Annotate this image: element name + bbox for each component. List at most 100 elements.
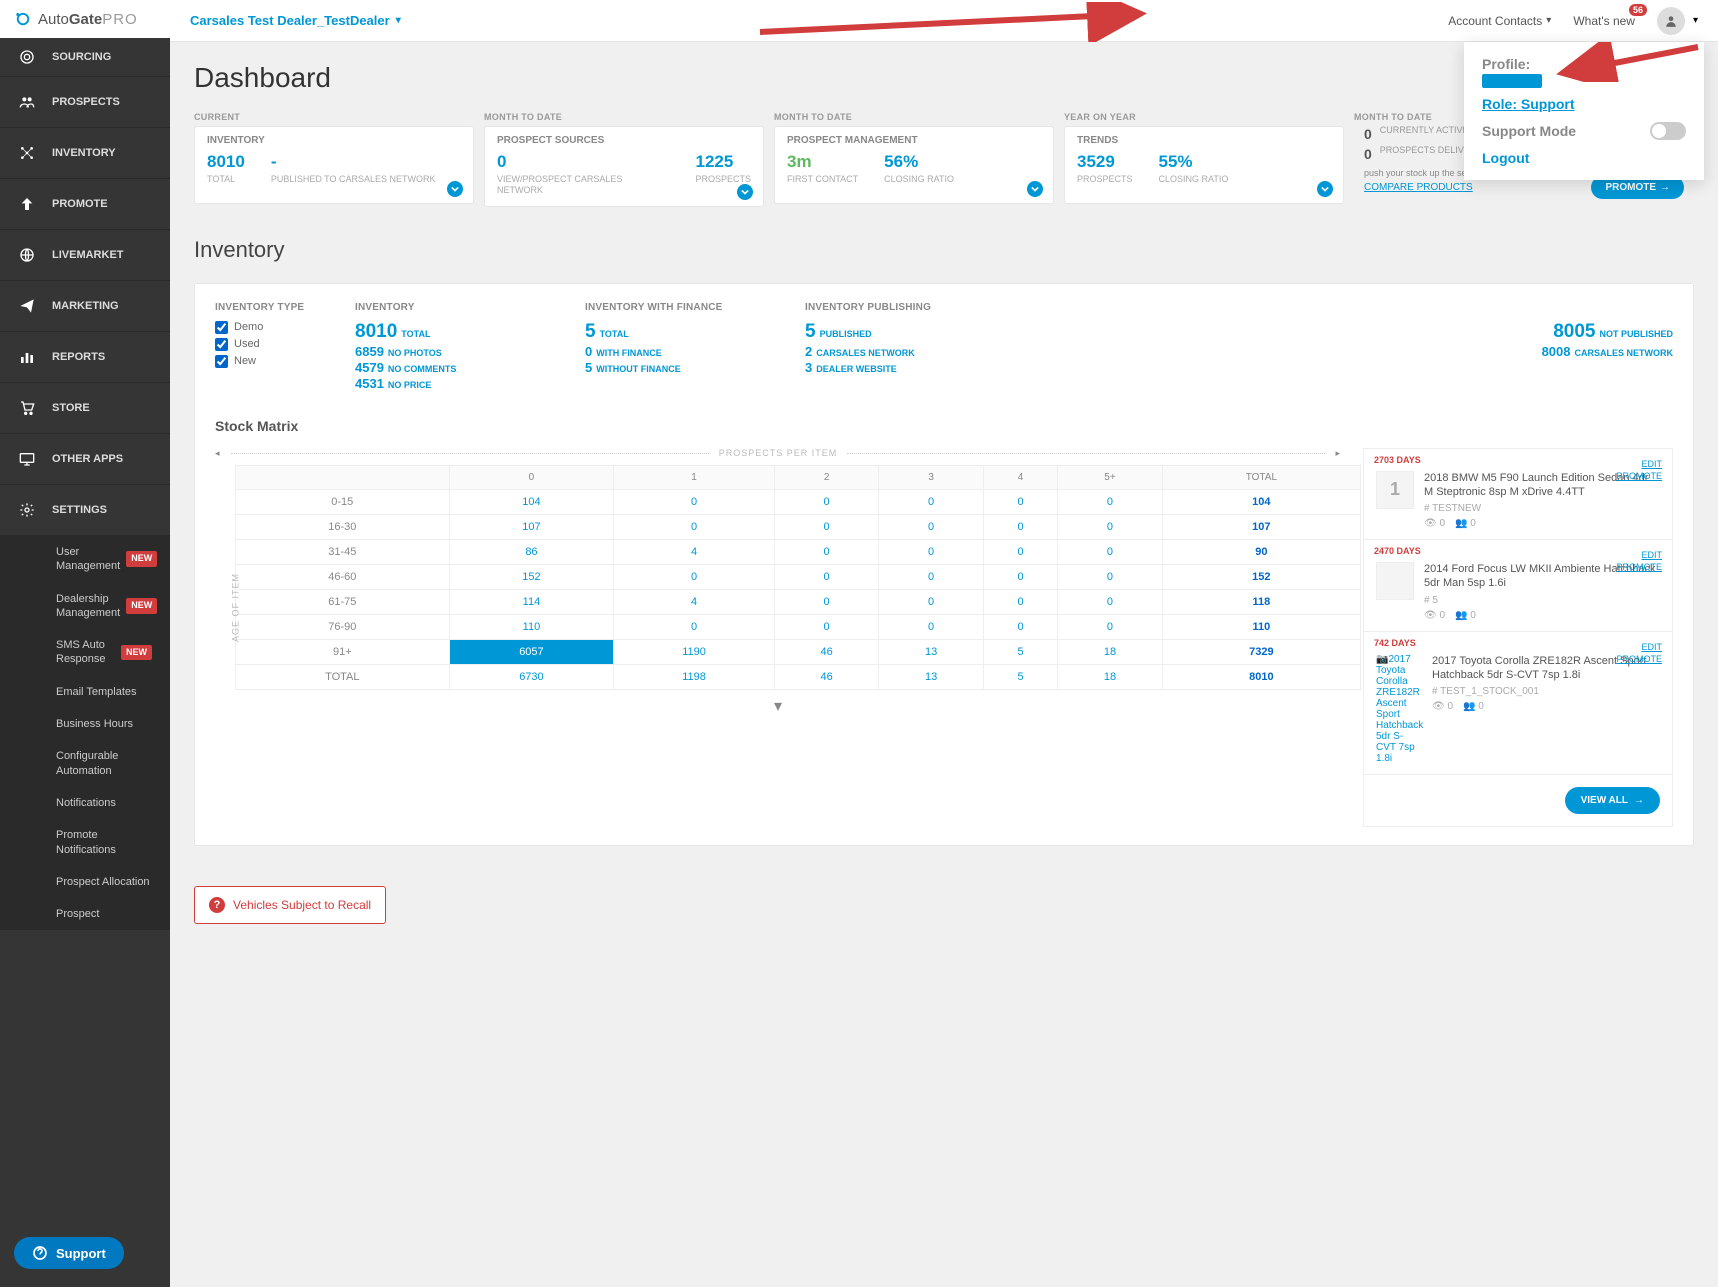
edit-link[interactable]: EDIT [1616, 642, 1662, 652]
matrix-cell[interactable]: 18 [1058, 639, 1163, 664]
matrix-cell[interactable]: 0 [879, 489, 984, 514]
sub-prospect-allocation[interactable]: Prospect Allocation [0, 866, 170, 898]
matrix-cell[interactable]: 0 [1058, 564, 1163, 589]
check-demo[interactable]: Demo [215, 321, 335, 334]
matrix-cell[interactable]: 110 [1162, 614, 1360, 639]
expand-icon[interactable] [1317, 181, 1333, 197]
matrix-cell[interactable]: 0 [1058, 514, 1163, 539]
matrix-cell[interactable]: 110 [449, 614, 614, 639]
matrix-cell[interactable]: 1198 [614, 664, 775, 689]
nav-store[interactable]: STORE [0, 383, 170, 434]
matrix-cell[interactable]: 0 [983, 614, 1057, 639]
recall-alert[interactable]: ? Vehicles Subject to Recall [194, 886, 386, 924]
matrix-cell[interactable]: 0 [1058, 489, 1163, 514]
profile-role-link[interactable]: Role: Support [1482, 96, 1686, 112]
matrix-cell[interactable]: 0 [879, 539, 984, 564]
matrix-cell[interactable]: 4 [614, 539, 775, 564]
matrix-cell[interactable]: 6057 [449, 639, 614, 664]
edit-link[interactable]: EDIT [1616, 550, 1662, 560]
sub-email-templates[interactable]: Email Templates [0, 676, 170, 708]
matrix-cell[interactable]: 0 [879, 614, 984, 639]
matrix-cell[interactable]: 0 [879, 564, 984, 589]
nav-marketing[interactable]: MARKETING [0, 281, 170, 332]
matrix-cell[interactable]: 6730 [449, 664, 614, 689]
support-button[interactable]: Support [14, 1237, 124, 1269]
matrix-cell[interactable]: 5 [983, 639, 1057, 664]
matrix-cell[interactable]: 13 [879, 664, 984, 689]
matrix-cell[interactable]: 104 [449, 489, 614, 514]
matrix-cell[interactable]: 0 [774, 539, 879, 564]
matrix-cell[interactable]: 1190 [614, 639, 775, 664]
matrix-cell[interactable]: 0 [983, 489, 1057, 514]
sub-dealership-management[interactable]: Dealership ManagementNEW [0, 583, 170, 630]
check-used[interactable]: Used [215, 338, 335, 351]
promote-link[interactable]: PROMOTE [1616, 562, 1662, 572]
matrix-cell[interactable]: 107 [449, 514, 614, 539]
matrix-cell[interactable]: 13 [879, 639, 984, 664]
sub-sms-auto-response[interactable]: SMS Auto ResponseNEW [0, 629, 170, 676]
matrix-cell[interactable]: 0 [983, 564, 1057, 589]
matrix-cell[interactable]: 104 [1162, 489, 1360, 514]
nav-sourcing[interactable]: SOURCING [0, 38, 170, 77]
matrix-cell[interactable]: 7329 [1162, 639, 1360, 664]
dealer-selector[interactable]: Carsales Test Dealer_TestDealer ▾ [190, 13, 401, 28]
matrix-cell[interactable]: 152 [449, 564, 614, 589]
view-all-button[interactable]: VIEW ALL → [1565, 787, 1660, 814]
logout-link[interactable]: Logout [1482, 150, 1686, 166]
matrix-cell[interactable]: 0 [614, 514, 775, 539]
nav-other-apps[interactable]: OTHER APPS [0, 434, 170, 485]
matrix-cell[interactable]: 0 [1058, 539, 1163, 564]
matrix-cell[interactable]: 5 [983, 664, 1057, 689]
matrix-cell[interactable]: 0 [983, 589, 1057, 614]
sub-notifications[interactable]: Notifications [0, 787, 170, 819]
matrix-cell[interactable]: 0 [983, 514, 1057, 539]
matrix-cell[interactable]: 0 [879, 589, 984, 614]
matrix-cell[interactable]: 114 [449, 589, 614, 614]
matrix-cell[interactable]: 0 [1058, 614, 1163, 639]
whats-new-link[interactable]: What's new56 [1573, 14, 1635, 28]
nav-inventory[interactable]: INVENTORY [0, 128, 170, 179]
pager-down-icon[interactable]: ▾ [774, 698, 782, 715]
sub-promote-notifications[interactable]: Promote Notifications [0, 819, 170, 866]
nav-settings[interactable]: SETTINGS [0, 485, 170, 536]
matrix-cell[interactable]: 0 [614, 564, 775, 589]
sub-business-hours[interactable]: Business Hours [0, 708, 170, 740]
nav-prospects[interactable]: PROSPECTS [0, 77, 170, 128]
matrix-cell[interactable]: 0 [774, 589, 879, 614]
matrix-cell[interactable]: 0 [774, 514, 879, 539]
edit-link[interactable]: EDIT [1616, 459, 1662, 469]
matrix-cell[interactable]: 0 [614, 614, 775, 639]
matrix-cell[interactable]: 46 [774, 639, 879, 664]
matrix-cell[interactable]: 0 [879, 514, 984, 539]
inventory-item[interactable]: 2470 DAYS 2014 Ford Focus LW MKII Ambien… [1364, 540, 1672, 632]
matrix-cell[interactable]: 18 [1058, 664, 1163, 689]
nav-promote[interactable]: PROMOTE [0, 179, 170, 230]
matrix-cell[interactable]: 118 [1162, 589, 1360, 614]
inventory-item[interactable]: 2703 DAYS 1 2018 BMW M5 F90 Launch Editi… [1364, 449, 1672, 541]
matrix-cell[interactable]: 0 [774, 614, 879, 639]
promote-link[interactable]: PROMOTE [1616, 471, 1662, 481]
nav-livemarket[interactable]: LIVEMARKET [0, 230, 170, 281]
account-contacts-link[interactable]: Account Contacts ▾ [1448, 14, 1551, 28]
pager-right-icon[interactable]: ▸ [1335, 448, 1341, 459]
matrix-cell[interactable]: 86 [449, 539, 614, 564]
inventory-item[interactable]: 742 DAYS 📷2017 Toyota Corolla ZRE182R As… [1364, 632, 1672, 775]
expand-icon[interactable] [447, 181, 463, 197]
profile-menu-toggle[interactable]: ▾ [1657, 7, 1698, 35]
support-mode-toggle[interactable] [1650, 122, 1686, 140]
matrix-cell[interactable]: 4 [614, 589, 775, 614]
matrix-cell[interactable]: 46 [774, 664, 879, 689]
matrix-cell[interactable]: 0 [614, 489, 775, 514]
sub-user-management[interactable]: User ManagementNEW [0, 536, 170, 583]
nav-reports[interactable]: REPORTS [0, 332, 170, 383]
matrix-cell[interactable]: 90 [1162, 539, 1360, 564]
matrix-cell[interactable]: 0 [983, 539, 1057, 564]
matrix-cell[interactable]: 0 [1058, 589, 1163, 614]
sub-configurable-automation[interactable]: Configurable Automation [0, 740, 170, 787]
expand-icon[interactable] [1027, 181, 1043, 197]
matrix-cell[interactable]: 107 [1162, 514, 1360, 539]
matrix-cell[interactable]: 152 [1162, 564, 1360, 589]
matrix-cell[interactable]: 8010 [1162, 664, 1360, 689]
promote-link[interactable]: PROMOTE [1616, 654, 1662, 664]
expand-icon[interactable] [737, 184, 753, 200]
